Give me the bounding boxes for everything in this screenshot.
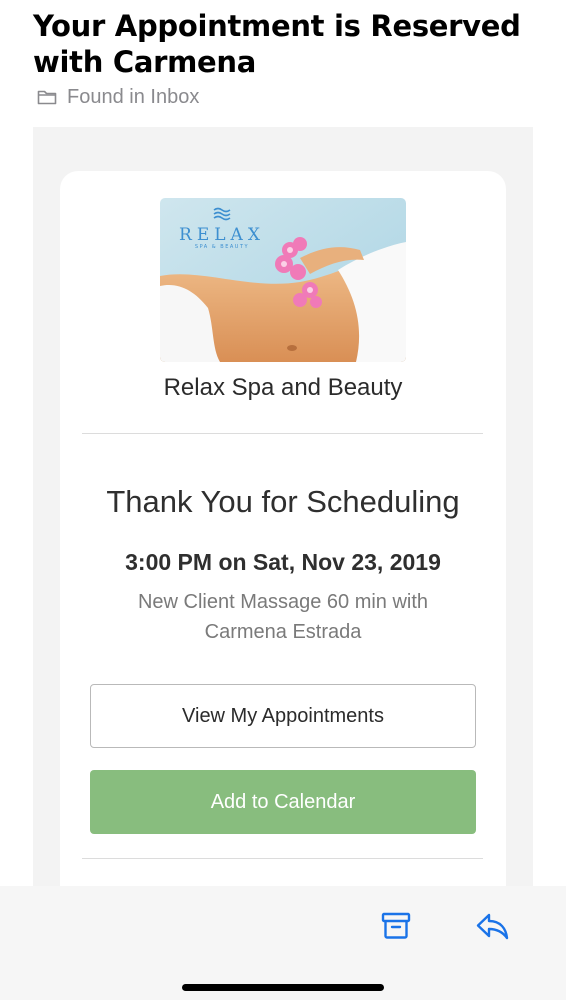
business-name: Relax Spa and Beauty bbox=[163, 374, 403, 401]
mailbox-indicator[interactable]: Found in Inbox bbox=[33, 84, 543, 110]
divider bbox=[82, 433, 483, 434]
bottom-toolbar bbox=[0, 886, 566, 1000]
folder-icon bbox=[37, 90, 57, 105]
logo-tagline-text: SPA & BEAUTY bbox=[195, 244, 249, 250]
reply-icon[interactable] bbox=[474, 908, 510, 944]
logo-brand-text: RELAX bbox=[179, 225, 265, 245]
mail-message-view: Your Appointment is Reserved with Carmen… bbox=[0, 0, 566, 1000]
appointment-card: RELAX SPA & BEAUTY Relax Spa and Beauty … bbox=[60, 171, 506, 931]
view-appointments-button[interactable]: View My Appointments bbox=[90, 684, 476, 748]
thanks-heading: Thank You for Scheduling bbox=[106, 484, 460, 519]
divider bbox=[82, 858, 483, 859]
spa-hero-image: RELAX SPA & BEAUTY bbox=[160, 198, 406, 362]
appointment-description: New Client Massage 60 min with Carmena E… bbox=[137, 591, 429, 643]
mail-header: Your Appointment is Reserved with Carmen… bbox=[33, 8, 543, 110]
mailbox-label: Found in Inbox bbox=[67, 85, 200, 108]
email-subject: Your Appointment is Reserved with Carmen… bbox=[33, 9, 521, 79]
add-to-calendar-button[interactable]: Add to Calendar bbox=[90, 770, 476, 834]
archive-icon[interactable] bbox=[378, 908, 414, 944]
home-indicator[interactable] bbox=[182, 984, 384, 991]
appointment-time: 3:00 PM on Sat, Nov 23, 2019 bbox=[125, 549, 441, 575]
